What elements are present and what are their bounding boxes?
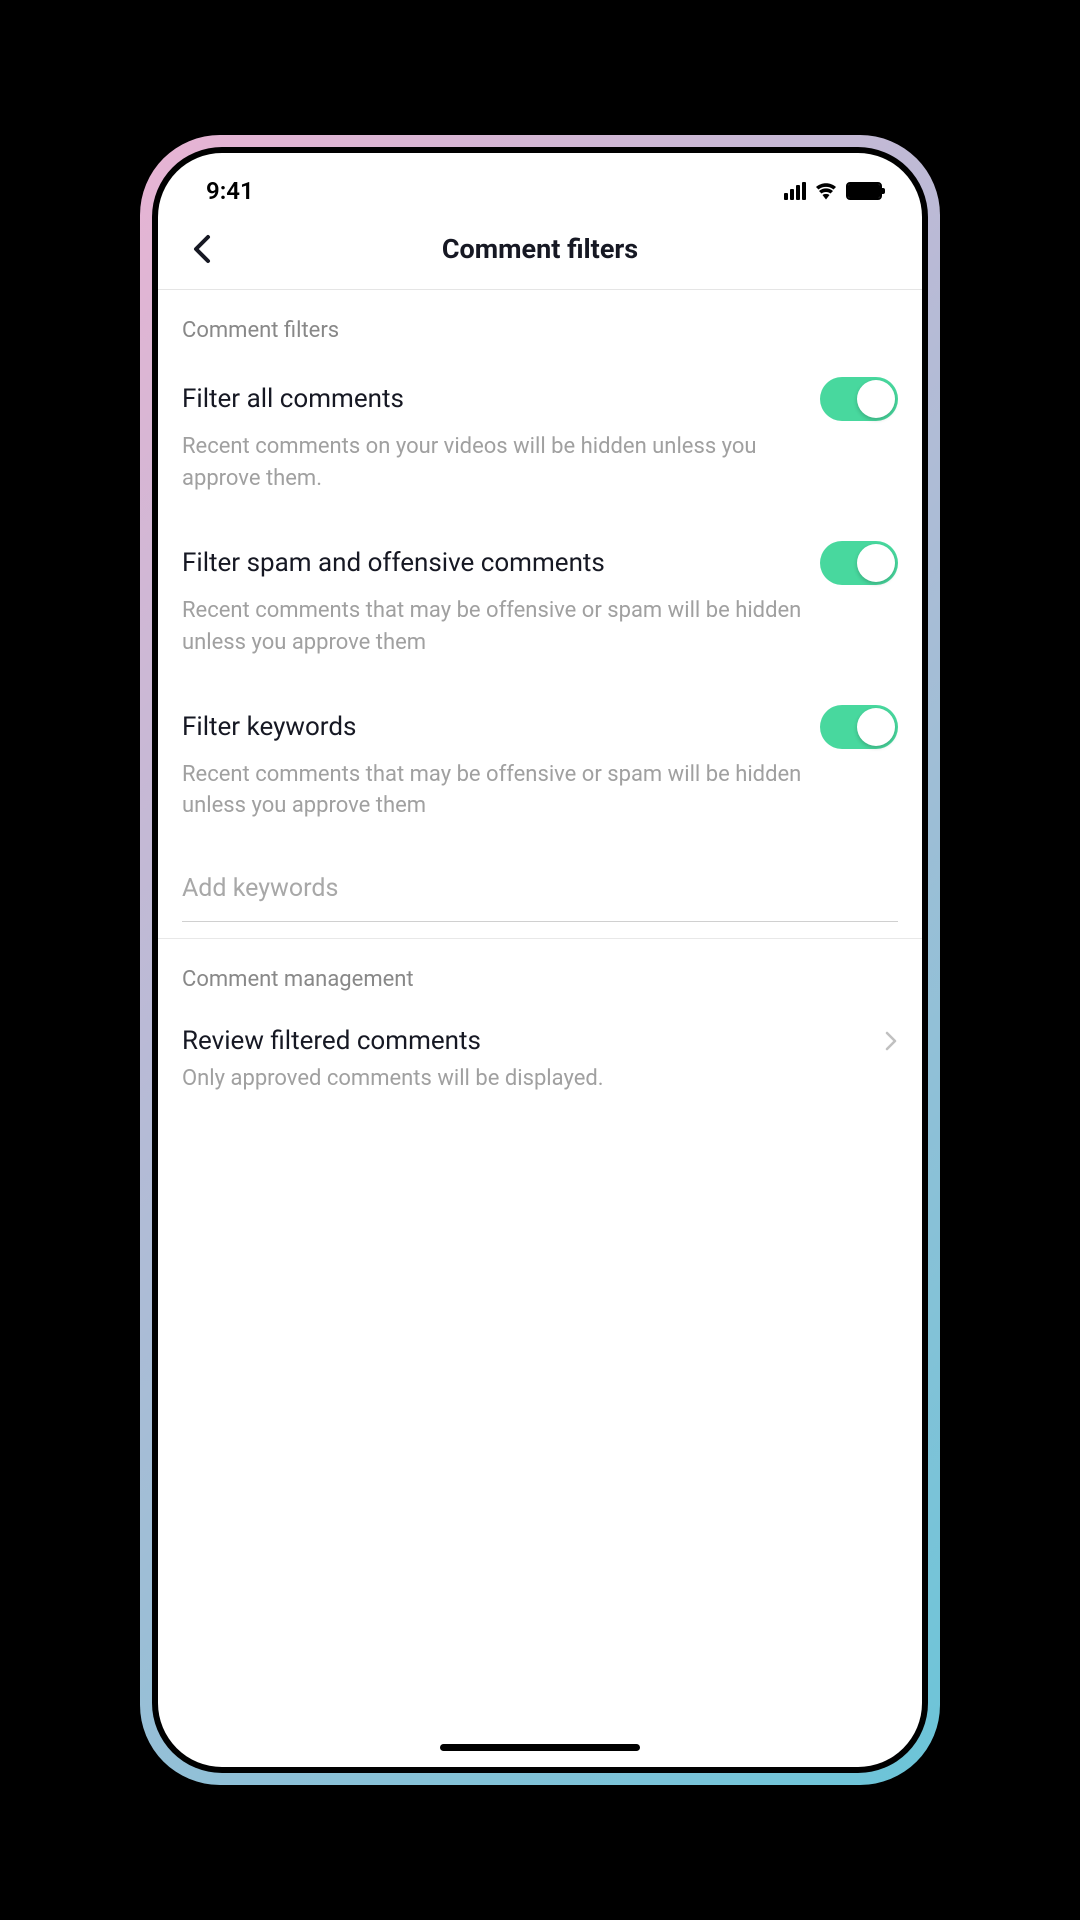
phone-frame: 9:41: [140, 135, 940, 1785]
filter-all-title: Filter all comments: [182, 384, 404, 414]
chevron-right-icon: [884, 1030, 898, 1052]
review-comments-title: Review filtered comments: [182, 1026, 481, 1056]
section-label-management: Comment management: [182, 939, 898, 1012]
filter-spam-row: Filter spam and offensive comments Recen…: [182, 527, 898, 691]
home-indicator[interactable]: [440, 1744, 640, 1751]
filter-all-comments-row: Filter all comments Recent comments on y…: [182, 363, 898, 527]
filter-spam-title: Filter spam and offensive comments: [182, 548, 605, 578]
filter-all-description: Recent comments on your videos will be h…: [182, 431, 898, 495]
filter-spam-toggle[interactable]: [820, 541, 898, 585]
filter-keywords-row: Filter keywords Recent comments that may…: [182, 691, 898, 855]
keyword-input-row: [182, 854, 898, 922]
back-button[interactable]: [182, 229, 222, 269]
filter-keywords-description: Recent comments that may be offensive or…: [182, 759, 898, 823]
section-label-filters: Comment filters: [182, 290, 898, 363]
nav-bar: Comment filters: [158, 213, 922, 290]
review-comments-description: Only approved comments will be displayed…: [182, 1064, 898, 1095]
chevron-left-icon: [192, 233, 212, 265]
wifi-icon: [814, 182, 838, 200]
filter-all-toggle[interactable]: [820, 377, 898, 421]
keyword-input[interactable]: [182, 874, 898, 903]
filter-spam-description: Recent comments that may be offensive or…: [182, 595, 898, 659]
cellular-signal-icon: [784, 182, 806, 200]
status-time: 9:41: [206, 177, 254, 205]
page-title: Comment filters: [182, 233, 898, 265]
content-area[interactable]: Comment filters Filter all comments Rece…: [158, 290, 922, 1767]
status-icons: [784, 182, 882, 200]
filter-keywords-toggle[interactable]: [820, 705, 898, 749]
filter-keywords-title: Filter keywords: [182, 712, 356, 742]
battery-icon: [846, 182, 882, 200]
screen: 9:41: [158, 153, 922, 1767]
review-comments-row[interactable]: Review filtered comments Only approved c…: [182, 1012, 898, 1119]
status-bar: 9:41: [158, 153, 922, 213]
phone-inner: 9:41: [152, 147, 928, 1773]
